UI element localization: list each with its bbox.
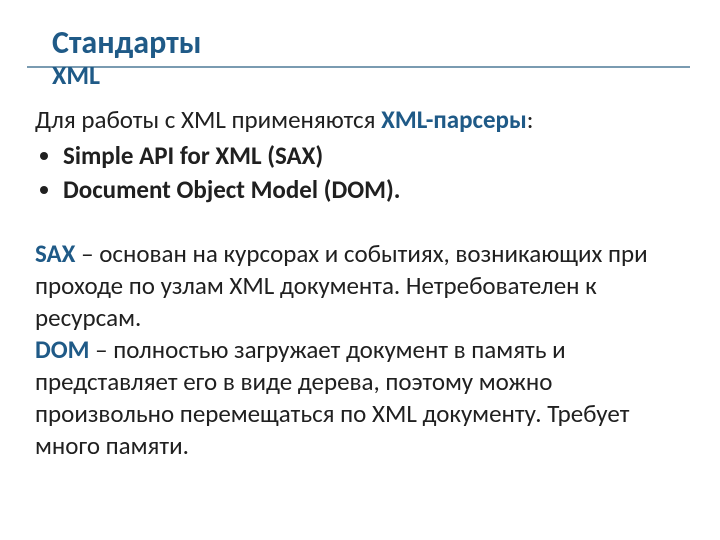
sax-term: SAX	[35, 238, 75, 269]
sax-paragraph: SAX – основан на курсорах и событиях, во…	[35, 238, 668, 334]
intro-line: Для работы с XML применяются XML-парсеры…	[35, 104, 668, 136]
slide-title: Стандарты XML	[52, 26, 692, 89]
dom-paragraph: DOM – полностью загружает документ в пам…	[35, 334, 668, 462]
dom-term: DOM	[35, 334, 90, 365]
title-block: Стандарты XML	[52, 26, 692, 89]
body-text: Для работы с XML применяются XML-парсеры…	[35, 104, 668, 462]
intro-prefix: Для работы с XML применяются	[35, 104, 381, 135]
intro-accent: XML-парсеры	[381, 104, 527, 135]
title-line2: XML	[52, 62, 692, 89]
spacer	[35, 208, 668, 238]
title-line1: Стандарты	[52, 23, 202, 62]
list-item: Simple API for XML (SAX)	[63, 140, 668, 172]
dom-text: – полностью загружает документ в память …	[35, 334, 629, 461]
list-item: Document Object Model (DOM).	[63, 174, 668, 206]
intro-suffix: :	[527, 104, 534, 135]
sax-text: – основан на курсорах и событиях, возник…	[35, 238, 648, 333]
slide: Стандарты XML Для работы с XML применяют…	[0, 0, 720, 540]
parser-list: Simple API for XML (SAX) Document Object…	[35, 140, 668, 206]
